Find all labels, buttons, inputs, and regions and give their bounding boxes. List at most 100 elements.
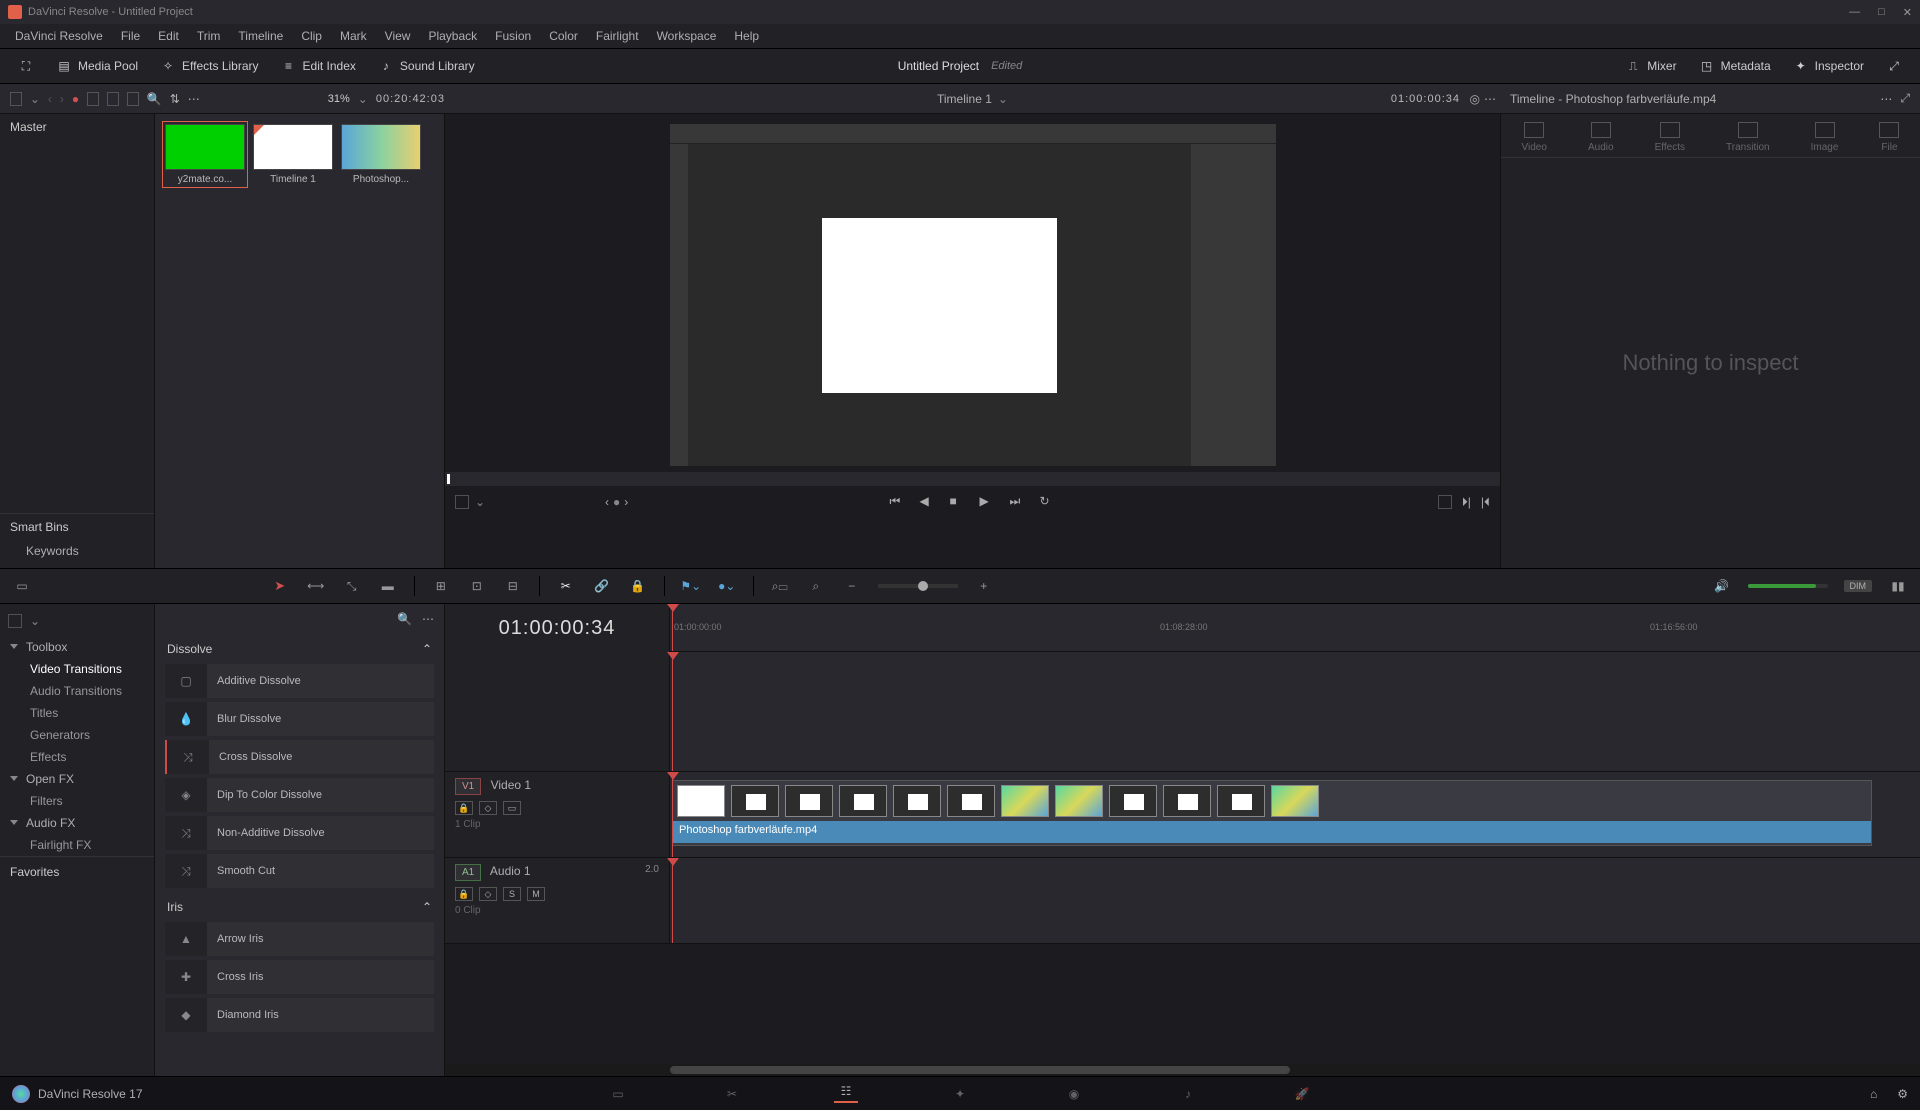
deliver-page-button[interactable]: 🚀 bbox=[1290, 1085, 1314, 1103]
options-icon[interactable]: ⋯ bbox=[1484, 92, 1496, 106]
chevron-down-icon[interactable]: ⌄ bbox=[475, 495, 485, 509]
inspector-button[interactable]: ✦Inspector bbox=[1785, 54, 1872, 78]
inspector-tab-file[interactable]: File bbox=[1879, 122, 1899, 153]
volume-slider[interactable] bbox=[1748, 584, 1828, 588]
sort-icon[interactable]: ⇅ bbox=[170, 92, 180, 106]
lock-icon[interactable]: 🔒 bbox=[455, 887, 473, 901]
loop-button[interactable]: ↻ bbox=[1040, 494, 1056, 510]
inspector-tab-video[interactable]: Video bbox=[1522, 122, 1547, 153]
audio-track[interactable] bbox=[670, 858, 1920, 944]
marker-button[interactable]: ●⌄ bbox=[717, 578, 737, 594]
effects-item[interactable]: Effects bbox=[0, 746, 154, 768]
nav-fwd-button[interactable]: › bbox=[60, 92, 64, 106]
chevron-down-icon[interactable]: ⌄ bbox=[30, 92, 40, 106]
edit-page-button[interactable]: ☷ bbox=[834, 1085, 858, 1103]
go-to-start-button[interactable]: ⏮ bbox=[890, 494, 906, 510]
filters-item[interactable]: Filters bbox=[0, 790, 154, 812]
viewer-canvas[interactable] bbox=[670, 124, 1276, 466]
video-clip[interactable]: Photoshop farbverläufe.mp4 bbox=[672, 780, 1872, 846]
effect-item[interactable]: ⤨Cross Dissolve bbox=[165, 740, 434, 774]
panel-layout-button[interactable] bbox=[8, 614, 22, 628]
menu-file[interactable]: File bbox=[112, 29, 149, 43]
maximize-button[interactable]: □ bbox=[1878, 6, 1885, 19]
grid-view-button[interactable] bbox=[107, 92, 119, 106]
go-to-end-button[interactable]: ⏭ bbox=[1010, 494, 1026, 510]
menu-edit[interactable]: Edit bbox=[149, 29, 188, 43]
timeline-ruler[interactable]: 01:00:00:00 01:08:28:00 01:16:56:00 bbox=[670, 604, 1920, 652]
color-page-button[interactable]: ◉ bbox=[1062, 1085, 1086, 1103]
chevron-down-icon[interactable]: ⌄ bbox=[30, 614, 40, 628]
sync-icon[interactable]: ◎ bbox=[1470, 92, 1480, 106]
play-button[interactable]: ▶ bbox=[980, 494, 996, 510]
video-track[interactable]: Photoshop farbverläufe.mp4 bbox=[670, 772, 1920, 858]
audio-track-header[interactable]: A1 Audio 1 2.0 🔒 ◇ S M 0 Clip bbox=[445, 858, 670, 944]
clip-thumb[interactable]: Photoshop... bbox=[341, 124, 421, 185]
timeline-view-options-button[interactable]: ▭ bbox=[12, 578, 32, 594]
menu-view[interactable]: View bbox=[376, 29, 420, 43]
panel-layout-button[interactable] bbox=[10, 92, 22, 106]
options-icon[interactable]: ⋯ bbox=[188, 92, 200, 106]
detail-zoom-button[interactable]: ⌕ bbox=[806, 578, 826, 594]
chevron-down-icon[interactable]: ⌄ bbox=[998, 92, 1008, 106]
titles-item[interactable]: Titles bbox=[0, 702, 154, 724]
close-button[interactable]: ✕ bbox=[1903, 6, 1912, 19]
timeline-name[interactable]: Timeline 1 bbox=[937, 92, 992, 106]
effect-item[interactable]: ⤨Non-Additive Dissolve bbox=[165, 816, 434, 850]
insert-button[interactable]: ⊞ bbox=[431, 578, 451, 594]
generators-item[interactable]: Generators bbox=[0, 724, 154, 746]
options-icon[interactable]: ⋯ bbox=[422, 612, 434, 626]
effect-item[interactable]: ◆Diamond Iris bbox=[165, 998, 434, 1032]
master-bin[interactable]: Master bbox=[0, 114, 154, 140]
clip-thumb[interactable]: y2mate.co... bbox=[165, 124, 245, 185]
search-icon[interactable]: 🔍 bbox=[397, 612, 412, 626]
lock-icon[interactable]: 🔒 bbox=[455, 801, 473, 815]
volume-icon[interactable]: 🔊 bbox=[1712, 578, 1732, 594]
lock-button[interactable]: 🔒 bbox=[628, 578, 648, 594]
zoom-selection-button[interactable]: ⌕▭ bbox=[770, 578, 790, 594]
dynamic-trim-button[interactable]: ⤡ bbox=[342, 578, 362, 594]
zoom-out-button[interactable]: − bbox=[842, 578, 862, 594]
inspector-tab-effects[interactable]: Effects bbox=[1655, 122, 1685, 153]
menu-color[interactable]: Color bbox=[540, 29, 587, 43]
transform-tool-button[interactable] bbox=[455, 495, 469, 509]
trim-tool-button[interactable]: ⟷ bbox=[306, 578, 326, 594]
menu-playback[interactable]: Playback bbox=[419, 29, 486, 43]
fairlight-page-button[interactable]: ♪ bbox=[1176, 1085, 1200, 1103]
playhead[interactable] bbox=[672, 604, 673, 651]
viewer-scrubber[interactable] bbox=[445, 472, 1500, 486]
menu-workspace[interactable]: Workspace bbox=[648, 29, 726, 43]
auto-select-button[interactable]: ◇ bbox=[479, 887, 497, 901]
dim-button[interactable]: DIM bbox=[1844, 580, 1873, 592]
effect-item[interactable]: ▲Arrow Iris bbox=[165, 922, 434, 956]
search-icon[interactable]: 🔍 bbox=[147, 92, 162, 106]
next-clip-button[interactable]: ⏵| bbox=[1462, 495, 1471, 510]
video-transitions-item[interactable]: Video Transitions bbox=[0, 658, 154, 680]
match-frame-button[interactable] bbox=[1438, 495, 1452, 509]
track-badge[interactable]: A1 bbox=[455, 864, 481, 881]
menu-trim[interactable]: Trim bbox=[188, 29, 230, 43]
dissolve-group-header[interactable]: Dissolve⌃ bbox=[155, 634, 444, 660]
favorites-header[interactable]: Favorites bbox=[0, 856, 154, 887]
iris-group-header[interactable]: Iris⌃ bbox=[155, 892, 444, 918]
inspector-tab-image[interactable]: Image bbox=[1811, 122, 1839, 153]
replace-button[interactable]: ⊟ bbox=[503, 578, 523, 594]
meters-icon[interactable]: ▮▮ bbox=[1888, 578, 1908, 594]
overwrite-button[interactable]: ⊡ bbox=[467, 578, 487, 594]
effects-library-button[interactable]: ✧Effects Library bbox=[152, 54, 266, 78]
mute-button[interactable]: M bbox=[527, 887, 545, 901]
fusion-page-button[interactable]: ✦ bbox=[948, 1085, 972, 1103]
video-track-header[interactable]: V1 Video 1 🔒 ◇ ▭ 1 Clip bbox=[445, 772, 670, 858]
edit-index-button[interactable]: ≡Edit Index bbox=[273, 54, 364, 78]
zoom-percent[interactable]: 31% bbox=[328, 93, 350, 105]
flag-button[interactable]: ⚑⌄ bbox=[681, 578, 701, 594]
effect-item[interactable]: ◈Dip To Color Dissolve bbox=[165, 778, 434, 812]
audio-transitions-item[interactable]: Audio Transitions bbox=[0, 680, 154, 702]
next-edit-button[interactable]: › bbox=[624, 495, 628, 509]
stop-button[interactable]: ■ bbox=[950, 494, 966, 510]
blade-tool-button[interactable]: ▬ bbox=[378, 578, 398, 594]
zoom-slider[interactable] bbox=[878, 584, 958, 588]
nav-back-button[interactable]: ‹ bbox=[48, 92, 52, 106]
cut-page-button[interactable]: ✂ bbox=[720, 1085, 744, 1103]
solo-button[interactable]: S bbox=[503, 887, 521, 901]
auto-select-button[interactable]: ◇ bbox=[479, 801, 497, 815]
